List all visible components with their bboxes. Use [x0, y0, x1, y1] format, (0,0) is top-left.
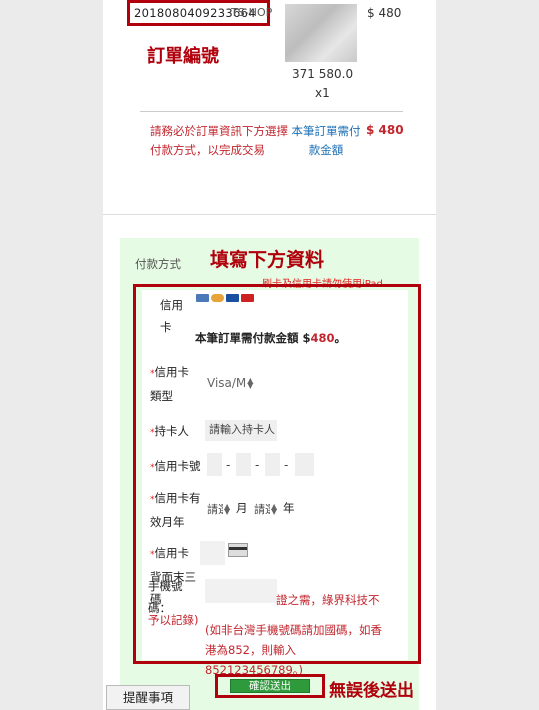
order-number-suffix: TS-HOP — [231, 6, 273, 19]
card-number-part2[interactable] — [236, 453, 251, 476]
card-holder-label: *持卡人 — [150, 424, 189, 438]
select-arrows-icon: ▲ ▼ — [247, 376, 254, 390]
select-arrows-icon: ▲ ▼ — [224, 502, 231, 516]
section-divider — [103, 214, 436, 215]
item-spec: 371 580.0 — [292, 67, 354, 81]
card-back-icon — [228, 543, 248, 557]
reminder-button[interactable]: 提醒事項 — [106, 685, 190, 710]
cvv-input[interactable] — [200, 541, 225, 565]
method-credit-card[interactable]: 信用卡 — [160, 294, 190, 338]
expiry-year-select[interactable]: 請選 ▲▼ — [254, 501, 277, 517]
expiry-month-select[interactable]: 請選 ▲▼ — [207, 501, 230, 517]
month-text: 月 — [236, 501, 248, 515]
fill-info-annotation: 填寫下方資料 — [210, 249, 325, 271]
separator-dash: - — [255, 458, 260, 472]
product-thumbnail-blurred — [285, 4, 357, 62]
card-type-select[interactable]: Visa/M ▲ ▼ — [207, 376, 253, 390]
card-brand-icons — [196, 294, 254, 302]
item-quantity: x1 — [315, 86, 330, 100]
payment-notice: 請務必於訂單資訊下方選擇付款方式，以完成交易 — [150, 124, 288, 157]
jcb-icon — [226, 294, 239, 302]
submit-annotation: 無誤後送出 — [329, 681, 414, 701]
amount-due-value: $ 480 — [366, 123, 404, 137]
year-text: 年 — [283, 501, 295, 515]
confirm-submit-button[interactable]: 確認送出 — [230, 679, 310, 693]
divider — [140, 111, 403, 112]
unionpay-icon — [241, 294, 254, 302]
amount-due-label: 本筆訂單需付款金額 — [291, 124, 361, 157]
card-type-label: *信用卡類型 — [150, 365, 189, 403]
expiry-label: *信用卡有效月年 — [150, 491, 201, 529]
card-number-part4[interactable] — [295, 453, 314, 476]
order-number-annotation: 訂單編號 — [147, 46, 219, 67]
payment-amount: 本筆訂單需付款金額 $480。 — [195, 331, 347, 345]
payment-method-label: 付款方式 — [135, 257, 181, 271]
card-number-label: *信用卡號 — [150, 459, 201, 473]
right-gutter — [436, 0, 539, 710]
left-gutter — [0, 0, 103, 710]
phone-format-hint: (如非台灣手機號碼請加國碼，如香港為852，則輸入852123456789。) — [205, 623, 382, 677]
card-number-part1[interactable] — [207, 453, 222, 476]
separator-dash: - — [226, 458, 231, 472]
visa-icon — [196, 294, 209, 302]
item-price: $ 480 — [367, 6, 402, 20]
select-arrows-icon: ▲ ▼ — [271, 502, 278, 516]
mastercard-icon — [211, 294, 224, 302]
card-number-part3[interactable] — [265, 453, 280, 476]
separator-dash: - — [284, 458, 289, 472]
card-holder-input[interactable]: 請輸入持卡人 — [205, 420, 277, 441]
